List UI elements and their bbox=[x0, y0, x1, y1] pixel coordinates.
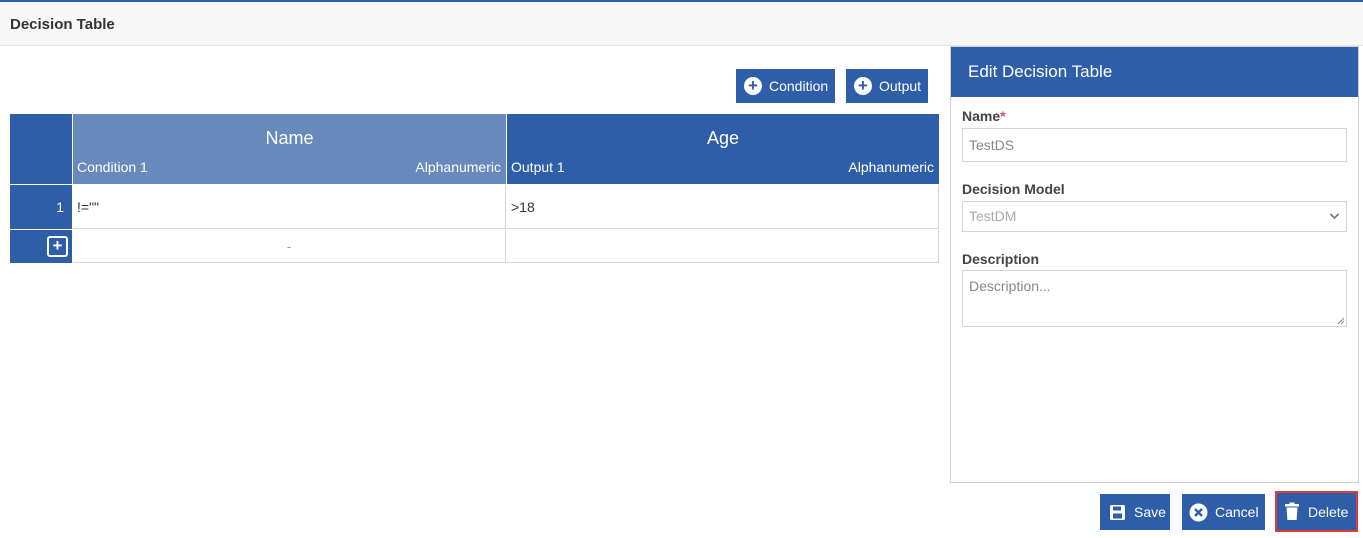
chevron-down-icon bbox=[1329, 202, 1340, 243]
add-condition-button[interactable]: + Condition bbox=[736, 69, 835, 103]
delete-button[interactable]: Delete bbox=[1275, 491, 1358, 532]
add-condition-label: Condition bbox=[769, 78, 829, 94]
table-cell-output[interactable]: >18 bbox=[507, 185, 939, 229]
save-icon bbox=[1109, 504, 1126, 521]
name-label-text: Name bbox=[962, 108, 1001, 124]
add-row-placeholder: - bbox=[73, 230, 506, 263]
panel-title: Edit Decision Table bbox=[951, 47, 1358, 97]
add-output-label: Output bbox=[879, 78, 922, 94]
description-placeholder: Description... bbox=[969, 278, 1051, 294]
column-type: Alphanumeric bbox=[415, 159, 501, 175]
decision-table: Name Condition 1 Alphanumeric Age Output… bbox=[10, 114, 939, 263]
resize-handle-icon[interactable] bbox=[1337, 317, 1345, 325]
name-label: Name* bbox=[962, 108, 1006, 124]
model-label: Decision Model bbox=[962, 181, 1065, 197]
description-field[interactable]: Description... bbox=[962, 270, 1347, 327]
save-button[interactable]: Save bbox=[1100, 494, 1170, 530]
name-field[interactable]: TestDS bbox=[962, 128, 1347, 162]
page-title: Decision Table bbox=[10, 16, 115, 33]
edit-panel: Edit Decision Table Name* TestDS Decisio… bbox=[950, 46, 1359, 483]
add-row-icon[interactable]: + bbox=[47, 236, 68, 257]
close-circle-icon bbox=[1189, 503, 1208, 522]
table-cell-condition[interactable]: !="" bbox=[73, 185, 506, 229]
add-output-button[interactable]: + Output bbox=[846, 69, 928, 103]
column-title: Name bbox=[265, 128, 314, 148]
column-kind: Condition 1 bbox=[77, 159, 148, 175]
index-header bbox=[10, 114, 72, 184]
model-value: TestDM bbox=[969, 208, 1017, 224]
row-index[interactable]: 1 bbox=[10, 185, 72, 229]
page-header: Decision Table bbox=[0, 0, 1363, 46]
required-marker: * bbox=[1000, 108, 1006, 124]
delete-label: Delete bbox=[1308, 503, 1349, 520]
plus-circle-icon: + bbox=[854, 77, 872, 95]
column-header-condition[interactable]: Name Condition 1 Alphanumeric bbox=[73, 114, 506, 184]
cancel-label: Cancel bbox=[1215, 504, 1259, 520]
decision-model-select[interactable]: TestDM bbox=[962, 201, 1347, 232]
save-label: Save bbox=[1134, 504, 1166, 520]
column-type: Alphanumeric bbox=[848, 159, 934, 175]
add-row-empty-cell bbox=[507, 230, 939, 263]
column-title: Age bbox=[706, 128, 740, 148]
description-label: Description bbox=[962, 251, 1040, 267]
add-row-cell: + bbox=[10, 230, 72, 263]
plus-circle-icon: + bbox=[744, 77, 762, 95]
column-kind: Output 1 bbox=[511, 159, 565, 175]
column-header-output[interactable]: Age Output 1 Alphanumeric bbox=[507, 114, 939, 184]
cancel-button[interactable]: Cancel bbox=[1182, 494, 1265, 530]
trash-icon bbox=[1284, 502, 1300, 521]
